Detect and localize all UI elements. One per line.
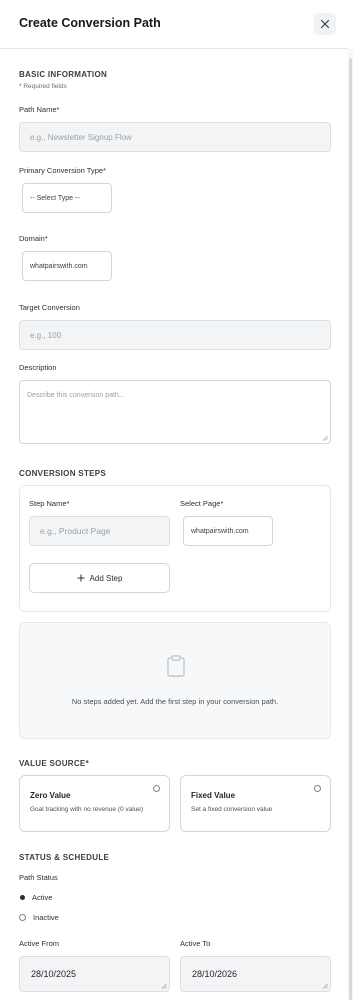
status-schedule-heading: STATUS & SCHEDULE [19, 853, 110, 862]
active-to-value: 28/10/2026 [192, 969, 238, 979]
value-option-desc: Goal tracking with no revenue (0 value) [30, 806, 144, 813]
close-icon [320, 19, 330, 29]
active-from-value: 28/10/2025 [31, 969, 77, 979]
conversion-type-select[interactable]: -- Select Type -- [22, 183, 112, 213]
description-label: Description [19, 363, 57, 372]
value-option-title: Fixed Value [191, 791, 236, 800]
domain-value: whatpairswith.com [30, 262, 88, 270]
status-option-active[interactable]: Active [20, 893, 52, 902]
resize-handle-icon[interactable] [322, 435, 328, 441]
path-name-input[interactable]: e.g., Newsletter Signup Flow [19, 122, 331, 152]
status-option-inactive[interactable]: Inactive [19, 913, 59, 922]
description-textarea[interactable]: Describe this conversion path... [19, 380, 331, 444]
path-status-label: Path Status [19, 873, 58, 882]
conversion-type-value: -- Select Type -- [30, 194, 80, 202]
conversion-type-label: Primary Conversion Type* [19, 166, 106, 175]
radio-button[interactable] [153, 785, 160, 792]
empty-steps-message: No steps added yet. Add the first step i… [71, 697, 279, 706]
target-conversion-placeholder: e.g., 100 [30, 330, 62, 340]
step-name-input[interactable]: e.g., Product Page [29, 516, 170, 546]
select-page-value: whatpairswith.com [191, 527, 249, 535]
target-conversion-input[interactable]: e.g., 100 [19, 320, 331, 350]
resize-handle-icon[interactable] [161, 983, 167, 989]
radio-selected-icon [20, 895, 25, 900]
active-to-label: Active To [180, 939, 211, 948]
resize-handle-icon[interactable] [322, 983, 328, 989]
value-option-desc: Set a fixed conversion value [191, 806, 273, 813]
description-placeholder: Describe this conversion path... [27, 392, 125, 399]
modal-header: Create Conversion Path [0, 0, 348, 49]
status-option-label: Active [32, 893, 53, 902]
active-from-input[interactable]: 28/10/2025 [19, 956, 170, 992]
step-name-label: Step Name* [29, 499, 70, 508]
active-to-input[interactable]: 28/10/2026 [180, 956, 331, 992]
value-option-zero[interactable]: Zero Value Goal tracking with no revenue… [19, 775, 170, 832]
select-page-label: Select Page* [180, 499, 224, 508]
step-name-placeholder: e.g., Product Page [40, 526, 111, 536]
path-name-placeholder: e.g., Newsletter Signup Flow [30, 132, 132, 142]
modal-title: Create Conversion Path [19, 16, 161, 30]
value-source-heading: VALUE SOURCE* [19, 759, 89, 768]
domain-select[interactable]: whatpairswith.com [22, 251, 112, 281]
status-option-label: Inactive [33, 913, 59, 922]
domain-label: Domain* [19, 234, 48, 243]
steps-empty-state: No steps added yet. Add the first step i… [19, 622, 331, 739]
radio-button[interactable] [314, 785, 321, 792]
path-name-label: Path Name* [19, 105, 60, 114]
add-step-button[interactable]: Add Step [29, 563, 170, 593]
select-page-select[interactable]: whatpairswith.com [183, 516, 273, 546]
conversion-steps-heading: CONVERSION STEPS [19, 469, 107, 478]
radio-unselected-icon [19, 914, 26, 921]
clipboard-icon [167, 655, 185, 677]
scrollbar-thumb[interactable] [349, 58, 352, 1000]
basic-info-heading: BASIC INFORMATION [19, 70, 108, 79]
plus-icon [77, 574, 85, 582]
active-from-label: Active From [19, 939, 60, 948]
target-conversion-label: Target Conversion [19, 303, 80, 312]
value-option-fixed[interactable]: Fixed Value Set a fixed conversion value [180, 775, 331, 832]
close-button[interactable] [314, 13, 336, 35]
value-option-title: Zero Value [30, 791, 71, 800]
add-step-label: Add Step [89, 573, 123, 583]
required-note: * Required fields [19, 83, 67, 90]
